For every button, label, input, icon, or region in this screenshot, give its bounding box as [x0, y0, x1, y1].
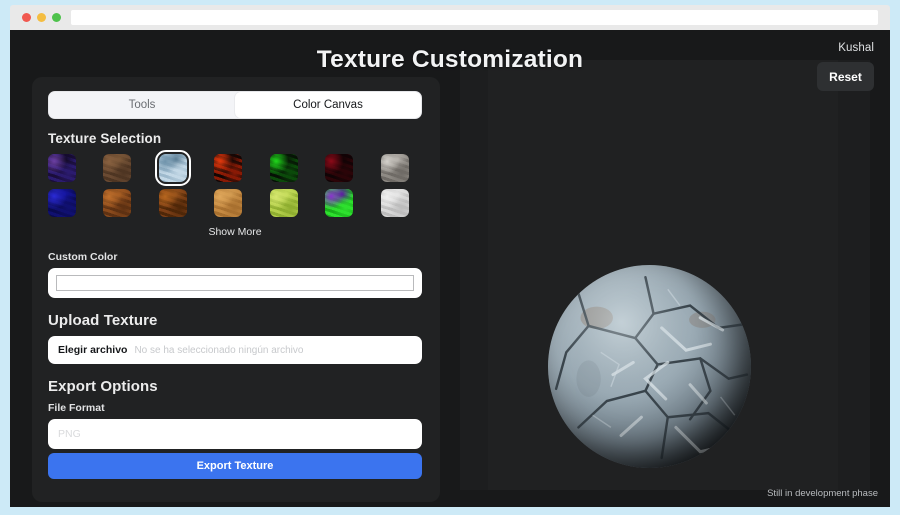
window-traffic-lights: [22, 13, 61, 22]
texture-swatch-neon-green-moss-texture[interactable]: [270, 154, 298, 182]
panel-tabs: Tools Color Canvas: [48, 91, 422, 119]
tab-color-canvas[interactable]: Color Canvas: [235, 92, 421, 118]
texture-swatch-ice-crack-blue-texture[interactable]: [159, 154, 187, 182]
app-frame: Texture Customization Kushal Reset Tools…: [0, 0, 900, 515]
development-note: Still in development phase: [767, 488, 878, 499]
texture-swatch-dark-orange-plank-texture[interactable]: [159, 189, 187, 217]
maximize-window-icon[interactable]: [52, 13, 61, 22]
texture-swatch-dark-crimson-texture[interactable]: [325, 154, 353, 182]
choose-file-button[interactable]: Elegir archivo: [58, 344, 127, 356]
user-name-label: Kushal: [838, 42, 874, 54]
sphere-crack-overlay: [548, 265, 751, 468]
upload-texture-input[interactable]: Elegir archivo No se ha seleccionado nin…: [48, 336, 422, 364]
custom-color-label: Custom Color: [48, 251, 424, 263]
export-options-heading: Export Options: [48, 378, 424, 395]
textured-sphere[interactable]: [548, 265, 751, 468]
texture-selection-heading: Texture Selection: [48, 131, 424, 146]
file-format-select[interactable]: PNG: [48, 419, 422, 449]
texture-swatch-lime-grass-texture[interactable]: [270, 189, 298, 217]
tools-panel: Tools Color Canvas Texture Selection Sho…: [32, 77, 440, 502]
browser-chrome: [10, 5, 890, 30]
upload-texture-heading: Upload Texture: [48, 312, 424, 329]
app-viewport: Texture Customization Kushal Reset Tools…: [10, 30, 890, 507]
texture-swatch-blue-noise-texture[interactable]: [48, 189, 76, 217]
texture-swatch-light-wood-slat-texture[interactable]: [214, 189, 242, 217]
tab-tools[interactable]: Tools: [49, 92, 235, 118]
texture-swatch-nebula-purple-texture[interactable]: [48, 154, 76, 182]
export-texture-button[interactable]: Export Texture: [48, 453, 422, 479]
texture-swatch-green-purple-slime-texture[interactable]: [325, 189, 353, 217]
file-status-text: No se ha seleccionado ningún archivo: [134, 345, 303, 356]
sphere-preview[interactable]: [548, 265, 751, 468]
file-format-label: File Format: [48, 402, 424, 414]
texture-swatch-brick-wall-grey-texture[interactable]: [381, 154, 409, 182]
custom-color-input[interactable]: [48, 268, 422, 298]
address-bar[interactable]: [71, 10, 878, 25]
texture-swatch-orange-brick-texture[interactable]: [103, 189, 131, 217]
show-more-button[interactable]: Show More: [48, 226, 422, 238]
texture-grid: [48, 154, 422, 217]
texture-preview-area: [460, 60, 890, 490]
texture-swatch-lava-fire-red-texture[interactable]: [214, 154, 242, 182]
color-swatch: [56, 275, 414, 291]
texture-swatch-wood-plank-tan-texture[interactable]: [103, 154, 131, 182]
close-window-icon[interactable]: [22, 13, 31, 22]
texture-swatch-white-concrete-texture[interactable]: [381, 189, 409, 217]
minimize-window-icon[interactable]: [37, 13, 46, 22]
